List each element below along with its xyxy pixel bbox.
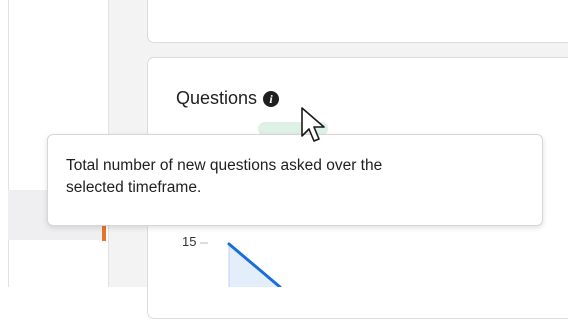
- previous-card: [147, 0, 568, 43]
- mouse-cursor-icon: [301, 107, 325, 142]
- info-icon[interactable]: i: [263, 90, 280, 107]
- tooltip-line-1: Total number of new questions asked over…: [66, 157, 383, 174]
- card-title: Questions: [176, 88, 258, 108]
- questions-card-header: Questions i: [176, 88, 280, 109]
- questions-line-chart: [200, 242, 282, 287]
- info-tooltip: Total number of new questions asked over…: [47, 134, 543, 226]
- tooltip-line-2: selected timeframe.: [66, 179, 202, 196]
- y-axis-tick-label: 15: [182, 234, 197, 249]
